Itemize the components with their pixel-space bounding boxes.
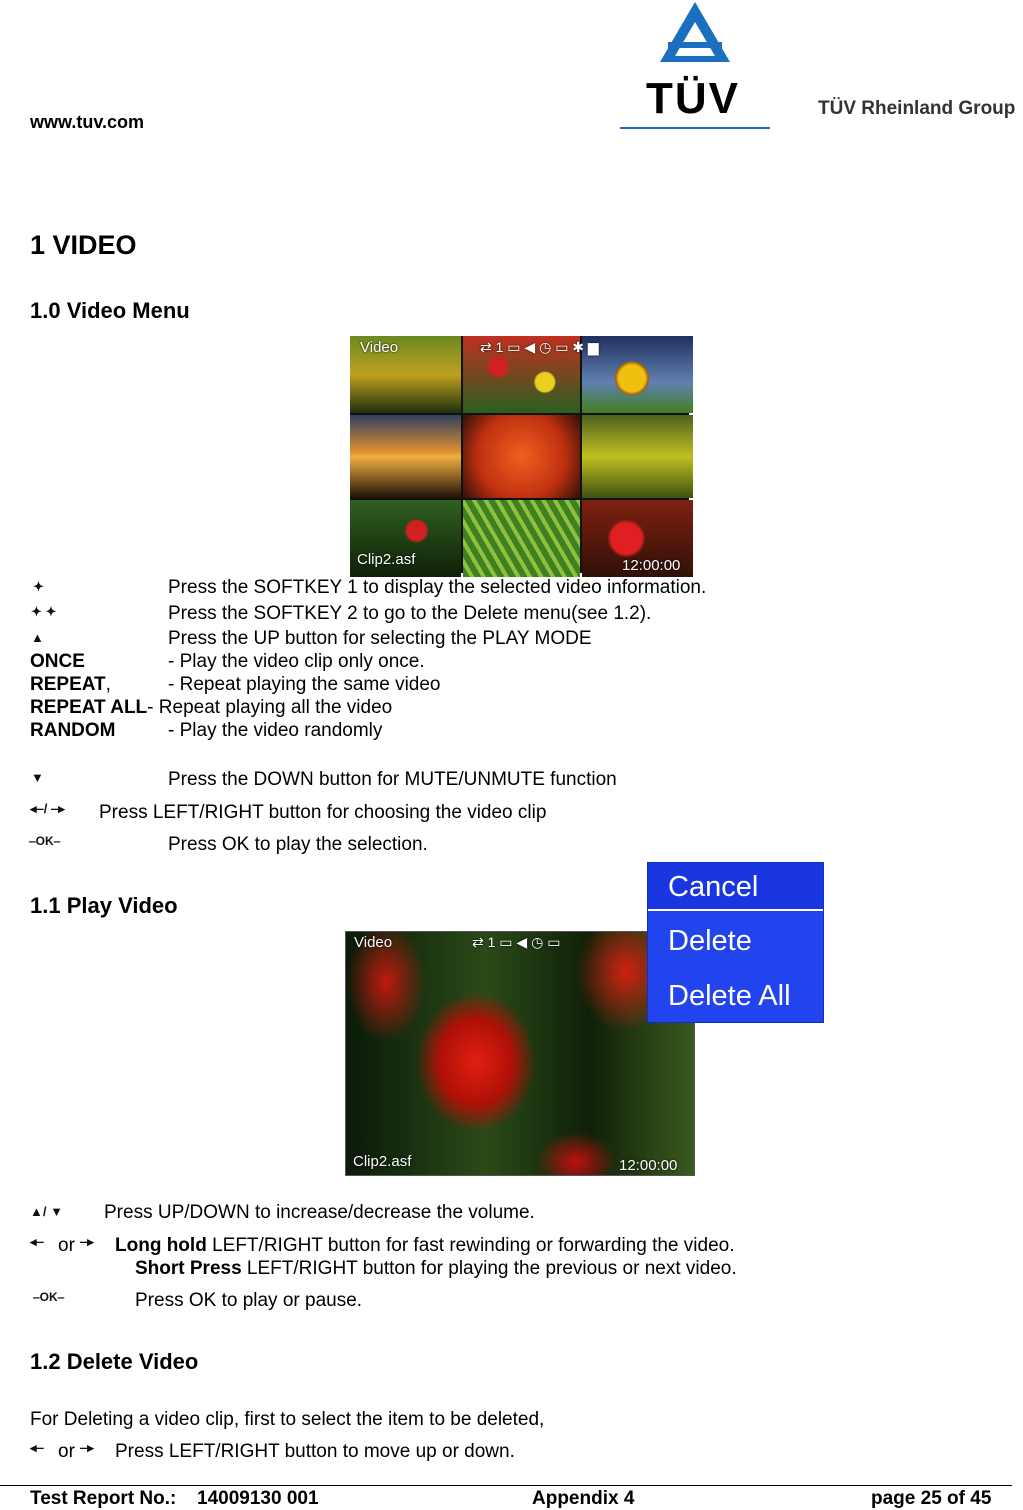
clip-name: Clip2.asf	[357, 551, 416, 568]
softkey2-icon: ✦ ✦	[31, 604, 57, 619]
instruction: Press OK to play the selection.	[168, 834, 428, 855]
or-text: or	[58, 1235, 75, 1256]
comma: ,	[105, 674, 111, 695]
mode-desc: - Repeat playing the same video	[168, 674, 441, 695]
instruction: Press UP/DOWN to increase/decrease the v…	[104, 1202, 535, 1223]
instruction: Press OK to play or pause.	[135, 1290, 363, 1311]
mode-desc: - Play the video clip only once.	[168, 651, 425, 672]
mode-name: REPEAT ALL	[30, 697, 148, 718]
instruction: Press the UP button for selecting the PL…	[168, 628, 592, 649]
delete-menu: Cancel Delete Delete All	[647, 862, 824, 1023]
ok-icon: ‒OK‒	[33, 1290, 65, 1304]
repeat-count: 1	[495, 339, 504, 355]
instruction: Press LEFT/RIGHT button to move up or do…	[115, 1441, 515, 1462]
text: LEFT/RIGHT button for playing the previo…	[241, 1258, 737, 1279]
up-icon: ▲	[31, 630, 44, 645]
logo-text: TÜV	[646, 74, 740, 123]
play-video-screenshot	[345, 931, 695, 1176]
status-icons: ⇄ 1 ▭ ◀ ◷ ▭	[472, 934, 561, 950]
right-icon: ‒▸	[80, 1440, 94, 1455]
clock: 12:00:00	[622, 557, 681, 574]
page-title: 1 VIDEO	[30, 230, 137, 260]
paragraph: For Deleting a video clip, first to sele…	[30, 1409, 545, 1430]
instruction: Press the SOFTKEY 1 to display the selec…	[168, 577, 707, 598]
mode-label: REPEAT,	[30, 674, 111, 696]
up-down-icon: ▲/ ▼	[30, 1204, 63, 1219]
website: www.tuv.com	[30, 112, 145, 132]
footer-divider	[0, 1485, 1012, 1486]
section-heading: 1.1 Play Video	[30, 893, 178, 918]
down-icon: ▼	[31, 770, 44, 785]
tuv-logo: TÜV	[620, 0, 770, 130]
mode-line: REPEAT ALL- Repeat playing all the video	[30, 697, 392, 719]
mode-desc: - Play the video randomly	[168, 720, 383, 741]
section-heading: 1.0 Video Menu	[30, 298, 190, 323]
menu-item-delete-all[interactable]: Delete All	[668, 980, 791, 1013]
instruction: Press LEFT/RIGHT button for choosing the…	[99, 802, 547, 823]
instruction: Press the SOFTKEY 2 to go to the Delete …	[168, 603, 652, 624]
text: LEFT/RIGHT button for fast rewinding or …	[206, 1235, 735, 1256]
bold-term: Short Press	[135, 1258, 242, 1279]
left-icon: ◂‒	[30, 1234, 44, 1249]
clock: 12:00:00	[619, 1157, 678, 1174]
screen-title: Video	[360, 339, 399, 356]
clip-name: Clip2.asf	[353, 1153, 412, 1170]
mode-name: REPEAT	[30, 674, 106, 695]
repeat-count: 1	[487, 934, 496, 950]
status-icons: ⇄ 1 ▭ ◀ ◷ ▭ ✱ ▆	[480, 339, 599, 355]
menu-item-cancel[interactable]: Cancel	[668, 871, 758, 904]
left-right-icon: ◂‒/ ‒▸	[30, 801, 65, 816]
appendix: Appendix 4	[532, 1488, 635, 1509]
instruction: Long hold LEFT/RIGHT button for fast rew…	[115, 1235, 734, 1257]
section-heading: 1.2 Delete Video	[30, 1349, 199, 1374]
group-name: TÜV Rheinland Group	[818, 98, 1016, 119]
screen-title: Video	[354, 934, 393, 951]
softkey1-icon: ✦	[33, 579, 44, 594]
report-number: 14009130 001	[197, 1488, 319, 1509]
bold-term: Long hold	[115, 1235, 207, 1256]
menu-item-delete[interactable]: Delete	[668, 925, 752, 958]
page-number: page 25 of 45	[871, 1488, 992, 1509]
mode-label: ONCE	[30, 651, 85, 672]
or-text: or	[58, 1441, 75, 1462]
mode-label: RANDOM	[30, 720, 116, 741]
report-label: Test Report No.:	[30, 1488, 177, 1509]
instruction: Press the DOWN button for MUTE/UNMUTE fu…	[168, 769, 617, 790]
right-icon: ‒▸	[80, 1234, 94, 1249]
instruction: Short Press LEFT/RIGHT button for playin…	[135, 1258, 737, 1280]
video-menu-screenshot	[350, 336, 693, 577]
ok-icon: ‒OK‒	[29, 834, 61, 848]
mode-desc: - Repeat playing all the video	[147, 697, 393, 718]
left-icon: ◂‒	[30, 1440, 44, 1455]
